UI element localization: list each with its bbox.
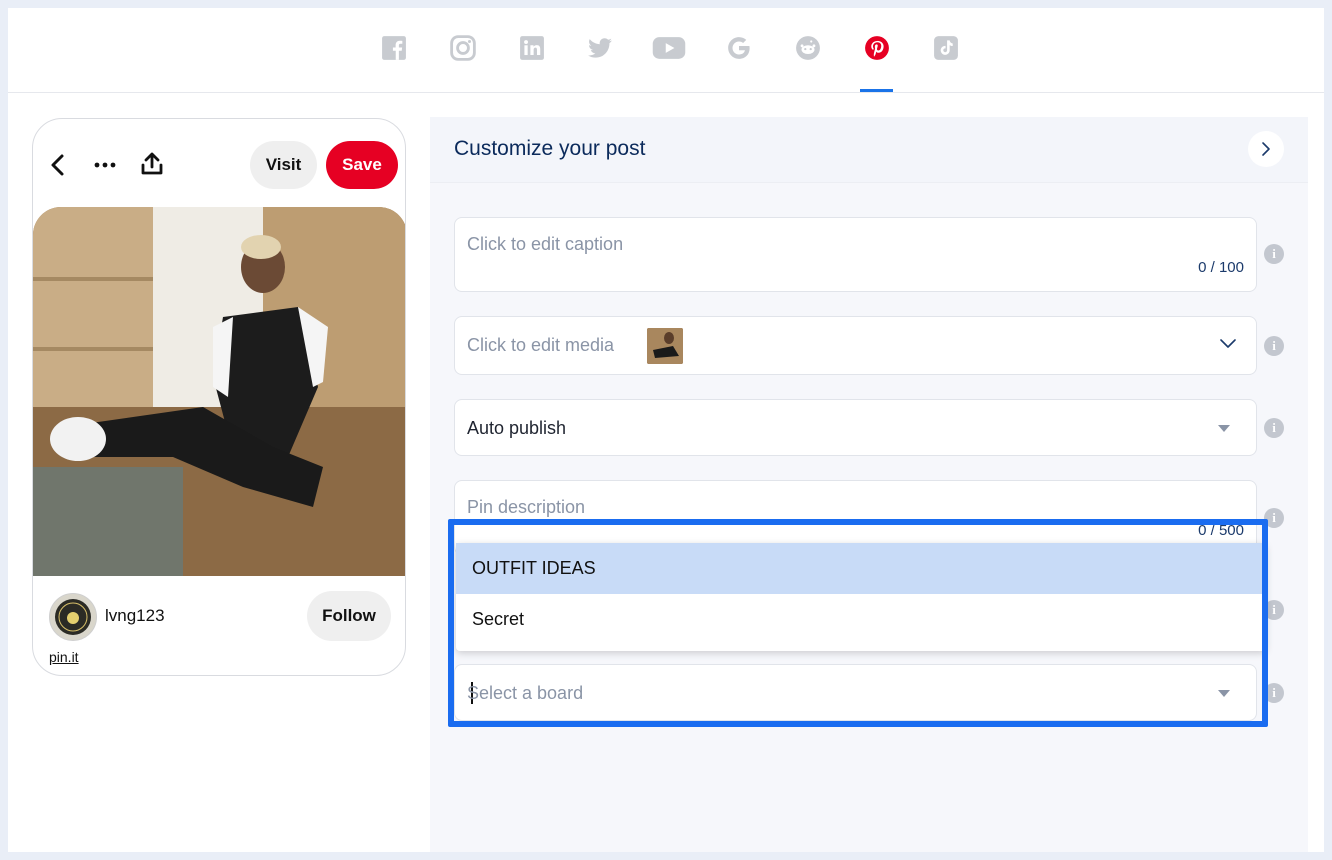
back-arrow-icon[interactable] bbox=[47, 153, 69, 177]
tiktok-icon[interactable] bbox=[932, 34, 960, 62]
follow-button[interactable]: Follow bbox=[307, 591, 391, 641]
media-thumbnail bbox=[647, 328, 683, 364]
caret-down-icon bbox=[1218, 690, 1230, 697]
caption-placeholder: Click to edit caption bbox=[467, 234, 624, 254]
panel-header: Customize your post bbox=[430, 117, 1308, 183]
chevron-down-icon bbox=[1220, 339, 1236, 348]
facebook-icon[interactable] bbox=[380, 34, 408, 62]
customize-panel: Customize your post Click to edit captio… bbox=[430, 117, 1308, 852]
board-option[interactable]: Secret bbox=[456, 594, 1266, 645]
social-network-tabs bbox=[8, 8, 1324, 93]
board-placeholder: Select a board bbox=[467, 683, 584, 703]
media-info-icon[interactable]: i bbox=[1264, 336, 1284, 356]
pinterest-icon[interactable] bbox=[863, 34, 891, 62]
media-placeholder: Click to edit media bbox=[467, 335, 615, 355]
chevron-right-icon[interactable] bbox=[1248, 131, 1284, 167]
board-select[interactable]: Select a board bbox=[454, 664, 1257, 721]
pin-link[interactable]: pin.it bbox=[49, 649, 79, 665]
description-placeholder: Pin description bbox=[467, 497, 586, 517]
save-button[interactable]: Save bbox=[326, 141, 398, 189]
youtube-icon[interactable] bbox=[652, 34, 686, 62]
panel-title: Customize your post bbox=[454, 137, 646, 160]
twitter-icon[interactable] bbox=[586, 34, 614, 62]
more-options-icon[interactable] bbox=[91, 153, 119, 177]
publish-select[interactable]: Auto publish bbox=[454, 399, 1257, 456]
field-info-icon[interactable]: i bbox=[1264, 600, 1284, 620]
caption-info-icon[interactable]: i bbox=[1264, 244, 1284, 264]
caption-field[interactable]: Click to edit caption 0 / 100 bbox=[454, 217, 1257, 292]
caption-counter: 0 / 100 bbox=[1198, 259, 1244, 276]
publish-info-icon[interactable]: i bbox=[1264, 418, 1284, 438]
linkedin-icon[interactable] bbox=[518, 34, 546, 62]
pin-preview: Visit Save lvng123 Follow pin.it bbox=[32, 118, 406, 676]
username[interactable]: lvng123 bbox=[105, 606, 165, 626]
app-frame: Visit Save lvng123 Follow pin.it Customi… bbox=[8, 8, 1324, 852]
board-dropdown-menu: OUTFIT IDEAS Secret bbox=[456, 543, 1266, 651]
instagram-icon[interactable] bbox=[449, 34, 477, 62]
reddit-icon[interactable] bbox=[794, 34, 822, 62]
description-info-icon[interactable]: i bbox=[1264, 508, 1284, 528]
pin-image bbox=[33, 207, 405, 576]
active-tab-indicator bbox=[860, 89, 893, 92]
publish-value: Auto publish bbox=[467, 418, 567, 438]
visit-button[interactable]: Visit bbox=[250, 141, 317, 189]
board-option[interactable]: OUTFIT IDEAS bbox=[456, 543, 1266, 594]
avatar[interactable] bbox=[49, 593, 97, 641]
caret-down-icon bbox=[1218, 425, 1230, 432]
media-field[interactable]: Click to edit media bbox=[454, 316, 1257, 375]
google-icon[interactable] bbox=[725, 34, 753, 62]
share-icon[interactable] bbox=[139, 151, 165, 177]
description-counter: 0 / 500 bbox=[1198, 522, 1244, 539]
board-info-icon[interactable]: i bbox=[1264, 683, 1284, 703]
